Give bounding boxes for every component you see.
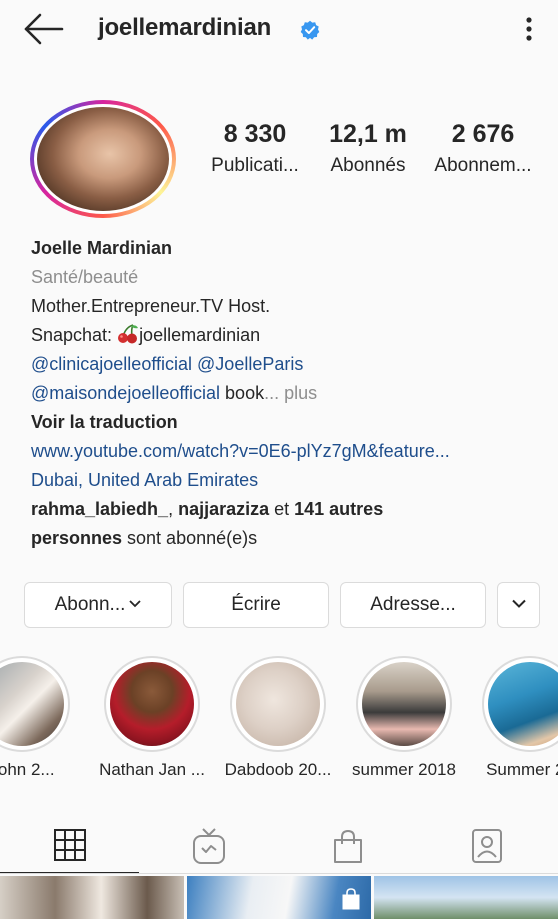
posts-count: 8 330 xyxy=(223,120,287,148)
tagged-icon xyxy=(471,829,502,863)
profile-bio: Joelle Mardinian Santé/beauté Mother.Ent… xyxy=(31,234,541,553)
snapchat-handle: joellemardinian xyxy=(139,325,261,345)
message-button[interactable]: Écrire xyxy=(183,582,329,628)
post-thumbnail[interactable] xyxy=(0,876,184,919)
posts-label: Publicati... xyxy=(211,155,299,176)
mention-link[interactable]: @JoelleParis xyxy=(197,354,303,374)
avatar-photo xyxy=(37,107,169,211)
bio-ellipsis: ... xyxy=(264,383,280,403)
highlight-cover xyxy=(0,662,64,746)
profile-tabs xyxy=(0,810,558,874)
following-label: Abonnem... xyxy=(434,155,532,176)
bio-truncated-text: book xyxy=(220,383,265,403)
followed-by-separator: , xyxy=(168,499,179,519)
followers-count: 12,1 m xyxy=(329,120,407,148)
following-button[interactable]: Abonn... xyxy=(24,582,172,628)
address-button-label: Adresse... xyxy=(370,594,456,615)
mention-link[interactable]: @maisondejoelleofficial xyxy=(31,383,220,403)
suggested-accounts-button[interactable] xyxy=(497,582,540,628)
story-highlight[interactable]: Dabdoob 20... xyxy=(225,656,331,779)
tab-tagged[interactable] xyxy=(417,810,556,874)
back-button[interactable] xyxy=(22,12,66,46)
snapchat-prefix: Snapchat: xyxy=(31,325,118,345)
grid-icon xyxy=(53,829,86,861)
follower-name: rahma_labiedh_ xyxy=(31,499,169,519)
bio-mentions-line: @maisondejoelleofficial book... plus xyxy=(31,379,541,408)
followers-label: Abonnés xyxy=(330,155,406,176)
shopping-bag-icon xyxy=(333,829,362,863)
highlight-cover xyxy=(110,662,194,746)
stat-following[interactable]: 2 676 Abonnem... xyxy=(424,120,542,177)
bio-more-link[interactable]: plus xyxy=(279,383,317,403)
post-thumbnail[interactable] xyxy=(187,876,371,919)
following-button-label: Abonn... xyxy=(54,594,126,615)
cherry-emoji-icon xyxy=(118,324,139,344)
arrow-left-icon xyxy=(24,13,64,45)
shopping-bag-icon xyxy=(342,888,360,910)
highlight-caption: Summer 20 xyxy=(486,760,558,779)
highlight-cover xyxy=(488,662,558,746)
story-highlight[interactable]: John 2... xyxy=(0,656,70,779)
highlight-cover xyxy=(236,662,320,746)
tab-igtv[interactable] xyxy=(139,810,278,874)
chevron-down-icon xyxy=(511,599,526,608)
profile-avatar[interactable] xyxy=(30,100,176,218)
followed-by-line[interactable]: personnes sont abonné(e)s xyxy=(31,524,541,553)
kebab-menu-icon xyxy=(526,17,532,41)
highlight-caption: Nathan Jan ... xyxy=(99,760,205,779)
mention-link[interactable]: @clinicajoelleofficial xyxy=(31,354,192,374)
post-thumbnail[interactable] xyxy=(374,876,558,919)
stat-posts[interactable]: 8 330 Publicati... xyxy=(200,120,310,177)
address-button[interactable]: Adresse... xyxy=(340,582,486,628)
bio-snapchat-line: Snapchat: joellemardinian xyxy=(31,321,541,350)
bio-line: Mother.Entrepreneur.TV Host. xyxy=(31,296,271,316)
tab-posts-grid[interactable] xyxy=(0,810,139,874)
story-highlight[interactable]: Summer 20 xyxy=(482,656,558,779)
bio-mentions-line: @clinicajoelleofficial @JoelleParis xyxy=(31,350,541,379)
see-translation-link[interactable]: Voir la traduction xyxy=(31,408,541,437)
website-link[interactable]: www.youtube.com/watch?v=0E6-plYz7gM&feat… xyxy=(31,437,541,466)
followed-by-line[interactable]: rahma_labiedh_, najjaraziza et 141 autre… xyxy=(31,495,541,524)
igtv-icon xyxy=(192,828,225,864)
follower-name: najjaraziza xyxy=(178,499,270,519)
tab-shop[interactable] xyxy=(278,810,417,874)
profile-full-name: Joelle Mardinian xyxy=(31,238,173,258)
chevron-down-icon xyxy=(129,600,142,608)
stat-followers[interactable]: 12,1 m Abonnés xyxy=(318,120,418,177)
story-highlight[interactable]: summer 2018 xyxy=(352,656,456,779)
followed-by-others: 141 autres xyxy=(294,499,384,519)
followed-by-and: et xyxy=(269,499,295,519)
followed-by-suffix: sont abonné(e)s xyxy=(122,528,258,548)
highlight-cover xyxy=(362,662,446,746)
location-link[interactable]: Dubai, United Arab Emirates xyxy=(31,466,541,495)
following-count: 2 676 xyxy=(451,120,515,148)
highlight-caption: Dabdoob 20... xyxy=(224,760,332,779)
highlight-caption: John 2... xyxy=(0,760,55,779)
options-menu-button[interactable] xyxy=(514,12,544,46)
top-bar: joellemardinian xyxy=(0,0,558,62)
message-button-label: Écrire xyxy=(231,594,281,615)
story-highlight[interactable]: Nathan Jan ... xyxy=(99,656,205,779)
posts-grid xyxy=(0,876,558,919)
followed-by-people: personnes xyxy=(31,528,123,548)
verified-badge-icon xyxy=(300,20,320,40)
profile-category: Santé/beauté xyxy=(31,267,139,287)
profile-username: joellemardinian xyxy=(98,14,272,41)
tabs-divider xyxy=(0,873,558,874)
highlight-caption: summer 2018 xyxy=(352,760,456,779)
